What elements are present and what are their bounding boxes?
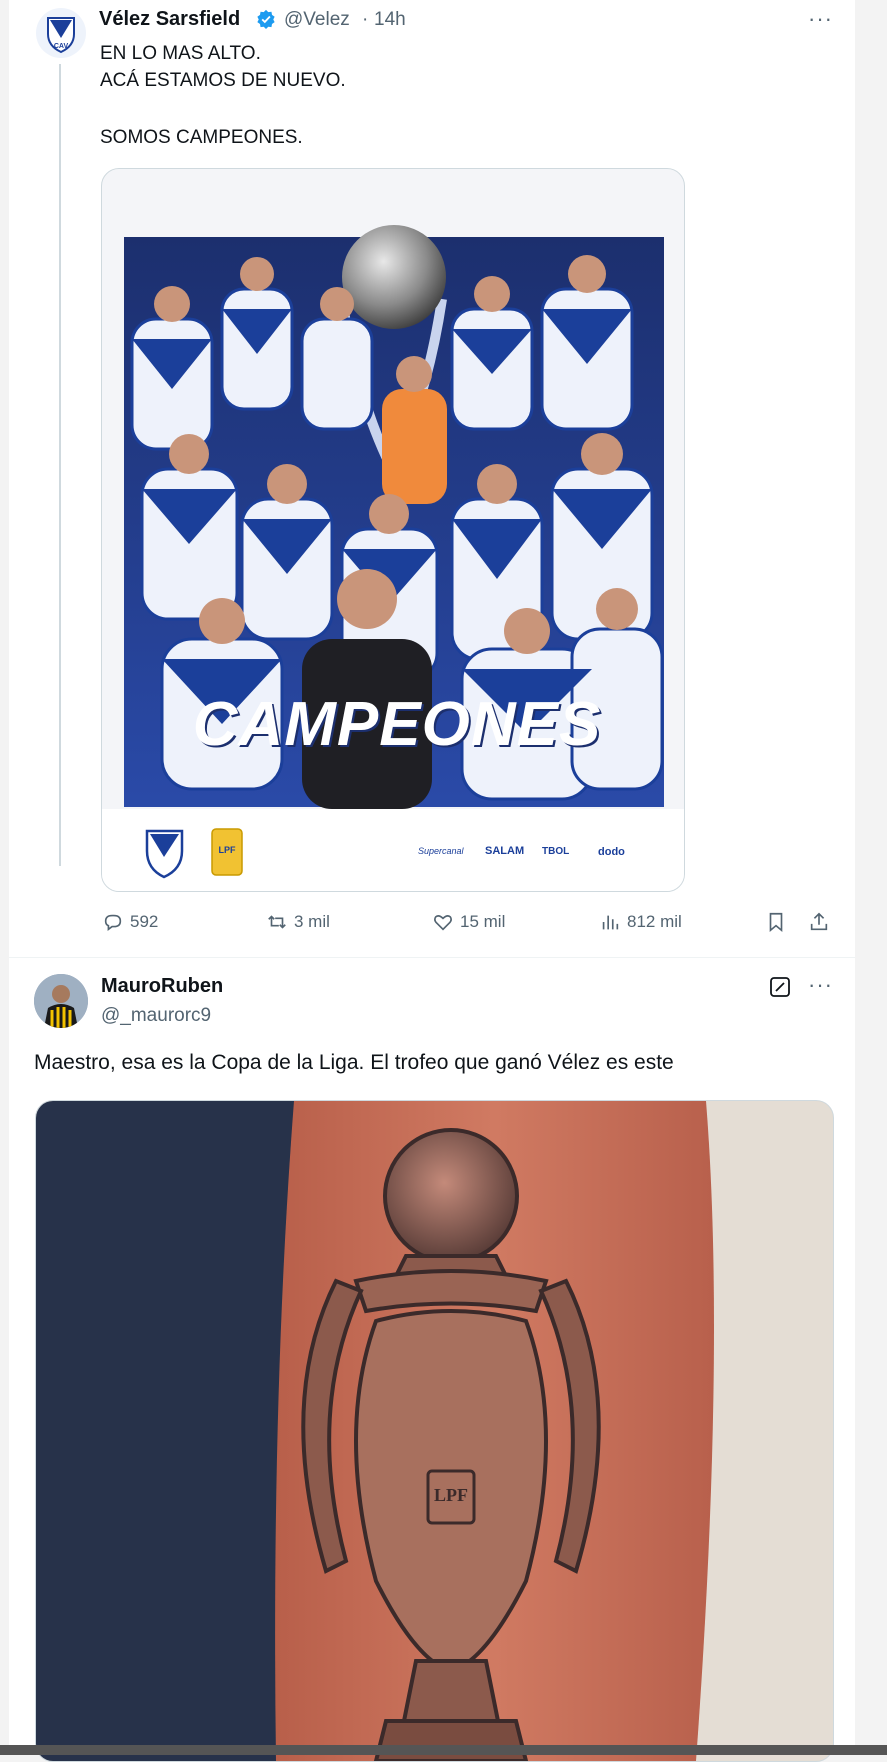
- tweet2-handle[interactable]: @_maurorc9: [101, 1005, 211, 1027]
- trophy-tattoo-photo: [36, 1101, 833, 1761]
- tweet1-image[interactable]: CAMPEONES LPF Supercanal SALAM TBOL dodo: [101, 168, 685, 892]
- tweet1-text-line3: SOMOS CAMPEONES.: [100, 127, 303, 148]
- tweet1-time[interactable]: 14h: [374, 9, 406, 31]
- sponsor-1: Supercanal: [418, 846, 464, 856]
- velez-avatar[interactable]: CAV: [36, 8, 86, 58]
- maurorc9-avatar[interactable]: [34, 974, 88, 1028]
- sponsor-4: dodo: [598, 846, 625, 858]
- tweet1-text-line1: EN LO MAS ALTO.: [100, 43, 261, 64]
- right-gutter: [855, 0, 887, 1755]
- views-button[interactable]: 812 mil: [599, 911, 682, 933]
- tweet1-author-name[interactable]: Vélez Sarsfield: [99, 8, 240, 31]
- bookmark-button[interactable]: [765, 911, 787, 933]
- tweet1-handle[interactable]: @Velez: [284, 9, 350, 31]
- like-button[interactable]: 15 mil: [432, 911, 505, 933]
- campeones-banner: CAMPEONES: [192, 690, 602, 759]
- more-icon[interactable]: ···: [808, 6, 833, 32]
- tweet2-image[interactable]: LPF: [35, 1100, 834, 1762]
- share-icon: [810, 912, 828, 931]
- champions-poster: [102, 225, 684, 891]
- svg-text:CAV: CAV: [54, 43, 69, 50]
- window-bottom-edge: [0, 1745, 887, 1755]
- reply-button[interactable]: 592: [102, 911, 158, 933]
- tweet2-author-name[interactable]: MauroRuben: [101, 975, 223, 998]
- verified-badge-icon: [256, 9, 276, 29]
- views-count: 812 mil: [627, 912, 682, 931]
- like-count: 15 mil: [460, 912, 506, 931]
- repost-button[interactable]: 3 mil: [266, 911, 330, 933]
- tweet1-text-line2: ACÁ ESTAMOS DE NUEVO.: [100, 70, 346, 91]
- share-button[interactable]: [808, 911, 830, 933]
- more-icon[interactable]: ···: [808, 972, 833, 998]
- heart-icon: [434, 915, 452, 931]
- sponsor-3: TBOL: [542, 846, 570, 857]
- repost-icon: [268, 915, 286, 929]
- user-photo-icon: [34, 974, 88, 1028]
- lpf-badge-text: LPF: [218, 845, 236, 855]
- repost-count: 3 mil: [294, 912, 330, 931]
- tattoo-lpf-mark: LPF: [434, 1485, 468, 1505]
- velez-crest-icon: CAV: [47, 17, 75, 54]
- thread-line: [59, 64, 61, 866]
- grok-icon[interactable]: [768, 975, 792, 999]
- divider: [9, 957, 855, 958]
- reply-count: 592: [130, 912, 159, 931]
- bookmark-icon: [769, 912, 783, 933]
- reply-icon: [104, 914, 122, 931]
- views-icon: [602, 915, 619, 930]
- tweet1-separator: ·: [362, 9, 369, 30]
- tweet2-text: Maestro, esa es la Copa de la Liga. El t…: [34, 1051, 674, 1074]
- sponsor-2: SALAM: [485, 845, 525, 857]
